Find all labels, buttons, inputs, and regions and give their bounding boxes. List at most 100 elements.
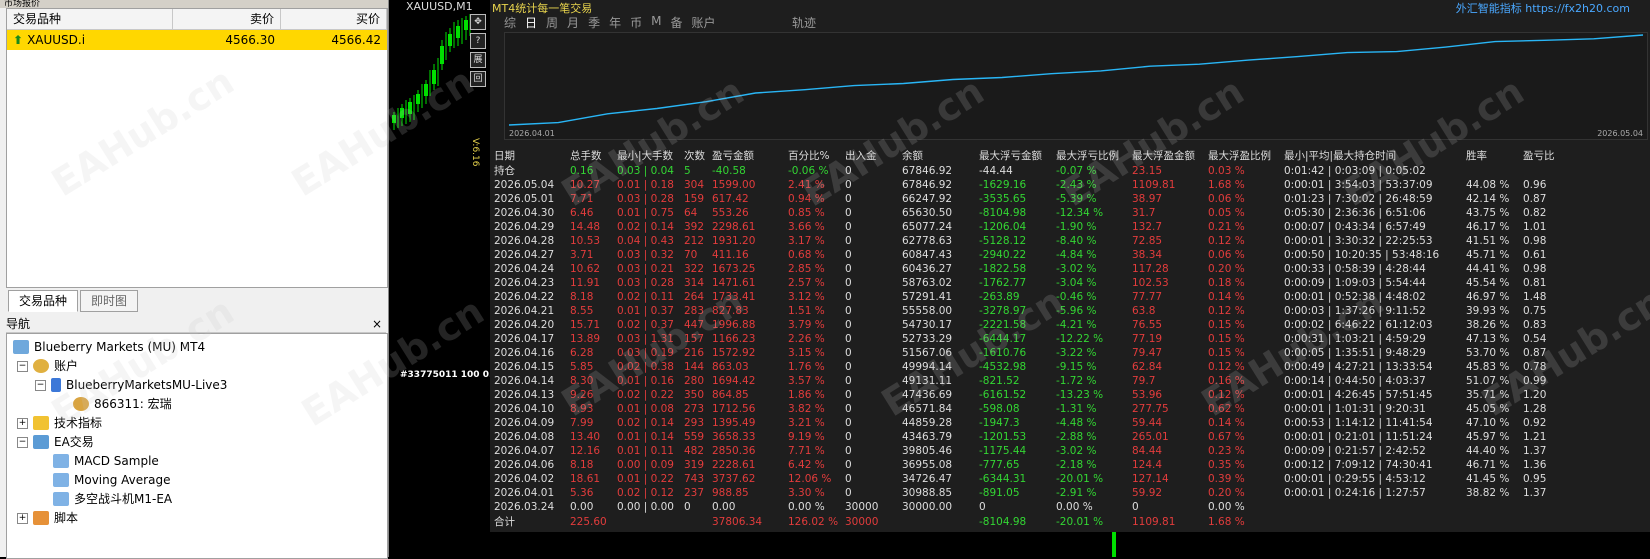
table-cell: 合计 <box>494 516 515 528</box>
collapse-icon[interactable]: − <box>17 360 28 372</box>
table-cell: 0:00:01 | 3:30:32 | 22:25:53 <box>1284 235 1433 247</box>
table-cell: -891.05 <box>979 487 1020 499</box>
data-row: 2026.04.08 13.40 0.01 | 0.14 559 3658.33 9.19… <box>494 430 1563 444</box>
table-cell: 314 <box>684 277 705 289</box>
table-cell: 3737.62 <box>712 473 756 485</box>
report-tab[interactable]: 日 <box>525 14 537 31</box>
report-tab[interactable]: 备 <box>670 14 682 31</box>
tab-symbols[interactable]: 交易品种 <box>8 290 79 312</box>
table-cell: 864.85 <box>712 389 749 401</box>
data-row: 2026.04.29 14.48 0.02 | 0.14 392 2298.61 3.66… <box>494 220 1563 234</box>
tree-item-macd[interactable]: MACD Sample <box>53 452 159 470</box>
table-cell: -44.44 <box>979 164 1013 177</box>
table-cell: 84.44 <box>1132 445 1163 457</box>
report-tab[interactable]: 币 <box>630 14 642 31</box>
track-button[interactable]: 轨迹 <box>792 14 816 31</box>
column-header: 总手数 <box>570 150 602 162</box>
table-cell: 0.02 | 0.14 <box>617 417 674 429</box>
table-cell: 46.17 % <box>1466 221 1510 233</box>
col-ask-header[interactable]: 买价 <box>281 9 387 29</box>
table-cell: 0.01 | 0.22 <box>617 473 674 485</box>
table-cell: 52733.29 <box>902 333 953 345</box>
report-tab[interactable]: 年 <box>609 14 621 31</box>
tab-tick-chart[interactable]: 即时图 <box>80 290 139 312</box>
report-tab[interactable]: 月 <box>567 14 579 31</box>
market-watch-row[interactable]: ⬆ XAUUSD.i 4566.30 4566.42 <box>7 30 387 50</box>
report-tab[interactable]: 综 <box>504 14 516 31</box>
tree-label: Blueberry Markets (MU) MT4 <box>34 340 206 354</box>
move-icon[interactable]: ✥ <box>470 14 486 30</box>
tree-item-accounts[interactable]: − 账户 <box>17 357 78 375</box>
table-cell: 0:00:02 | 6:46:22 | 61:12:03 <box>1284 319 1433 331</box>
table-cell: 0 <box>845 207 852 219</box>
tree-item-custom-ea[interactable]: 多空战斗机M1-EA <box>53 490 172 508</box>
table-cell: 8.18 <box>570 291 594 303</box>
table-cell: 0:00:49 | 4:27:21 | 13:33:54 <box>1284 361 1433 373</box>
table-cell: 1.68 % <box>1208 515 1245 528</box>
back-button[interactable]: 回 <box>470 71 486 87</box>
report-tab[interactable]: M <box>651 14 661 31</box>
expand-button[interactable]: 展 <box>470 52 486 68</box>
expand-icon[interactable]: + <box>17 512 28 524</box>
table-cell: 3.15 % <box>788 347 825 359</box>
column-header: 最小|平均|最大持仓时间 <box>1284 150 1397 162</box>
col-bid-header[interactable]: 卖价 <box>173 9 281 29</box>
table-cell: -9.15 % <box>1056 361 1097 373</box>
table-cell: 2026.04.28 <box>494 235 555 247</box>
table-cell: 0 <box>979 501 986 513</box>
report-tab[interactable]: 季 <box>588 14 600 31</box>
tree-item-moving-average[interactable]: Moving Average <box>53 471 170 489</box>
report-tab[interactable]: 账户 <box>691 14 715 31</box>
table-header: 日期 总手数 最小|大手数 次数 盈亏金额 百分比% 出入金 余额 最大浮亏金额 最大浮亏比例 最大… <box>494 148 1563 163</box>
table-cell: -3.02 % <box>1056 263 1097 275</box>
table-cell: 132.7 <box>1132 221 1163 233</box>
table-cell: 11.91 <box>570 277 601 289</box>
table-cell: 126.02 % <box>788 515 839 528</box>
help-button[interactable]: ? <box>470 33 486 49</box>
close-icon[interactable]: × <box>372 316 382 332</box>
collapse-icon[interactable]: − <box>17 436 28 448</box>
data-row: 2026.04.22 8.18 0.02 | 0.11 264 1733.41 3.12 … <box>494 290 1563 304</box>
table-cell: -1629.16 <box>979 179 1027 191</box>
tree-item-experts[interactable]: − EA交易 <box>17 433 94 451</box>
table-cell: 3.30 % <box>788 487 825 499</box>
table-cell: 77.19 <box>1132 333 1163 345</box>
table-cell: 57291.41 <box>902 291 953 303</box>
table-cell: 265.01 <box>1132 431 1169 443</box>
collapse-icon[interactable]: − <box>35 379 46 391</box>
table-cell: 0.02 | 0.37 <box>617 319 674 331</box>
table-cell: 553.26 <box>712 207 749 219</box>
report-tab[interactable]: 周 <box>546 14 558 31</box>
table-cell: 1694.42 <box>712 375 756 387</box>
table-cell: 45.05 % <box>1466 403 1510 415</box>
table-cell: 8.55 <box>570 305 594 317</box>
table-cell: 0.15 % <box>1208 333 1245 345</box>
col-symbol-header[interactable]: 交易品种 <box>7 9 173 29</box>
tree-item-server[interactable]: − BlueberryMarketsMU-Live3 <box>35 376 227 394</box>
table-cell: 2026.04.21 <box>494 305 555 317</box>
table-cell: -3.22 % <box>1056 347 1097 359</box>
report-link[interactable]: 外汇智能指标 https://fx2h20.com <box>1456 0 1630 16</box>
table-cell: -4.48 % <box>1056 417 1097 429</box>
table-cell: 43463.79 <box>902 431 953 443</box>
tree-label: Moving Average <box>74 473 171 487</box>
tree-item-scripts[interactable]: + 脚本 <box>17 509 78 527</box>
table-cell: 0.00 <box>570 501 594 513</box>
table-cell: 44.08 % <box>1466 179 1510 191</box>
table-cell: 8.30 <box>570 375 594 387</box>
table-cell: 0.03 | 0.32 <box>617 249 674 261</box>
data-row: 2026.05.01 7.71 0.03 | 0.28 159 617.42 0.94 %… <box>494 192 1563 206</box>
table-cell: 0.00 % <box>1056 501 1093 513</box>
table-cell: 0.35 % <box>1208 459 1245 471</box>
table-cell: 0.94 % <box>788 193 825 205</box>
table-cell: 0.12 % <box>1208 235 1245 247</box>
data-row: 2026.04.21 8.55 0.01 | 0.37 283 827.83 1.51 %… <box>494 304 1563 318</box>
table-cell: 350 <box>684 389 705 401</box>
tree-item-account[interactable]: 866311: 宏瑞 <box>73 395 172 413</box>
table-cell: 0.02 | 0.22 <box>617 389 674 401</box>
tree-item-indicators[interactable]: + 技术指标 <box>17 414 102 432</box>
expand-icon[interactable]: + <box>17 417 28 429</box>
table-cell: 2026.04.16 <box>494 347 555 359</box>
tree-item-terminal[interactable]: Blueberry Markets (MU) MT4 <box>13 338 205 356</box>
table-cell: 1733.41 <box>712 291 756 303</box>
